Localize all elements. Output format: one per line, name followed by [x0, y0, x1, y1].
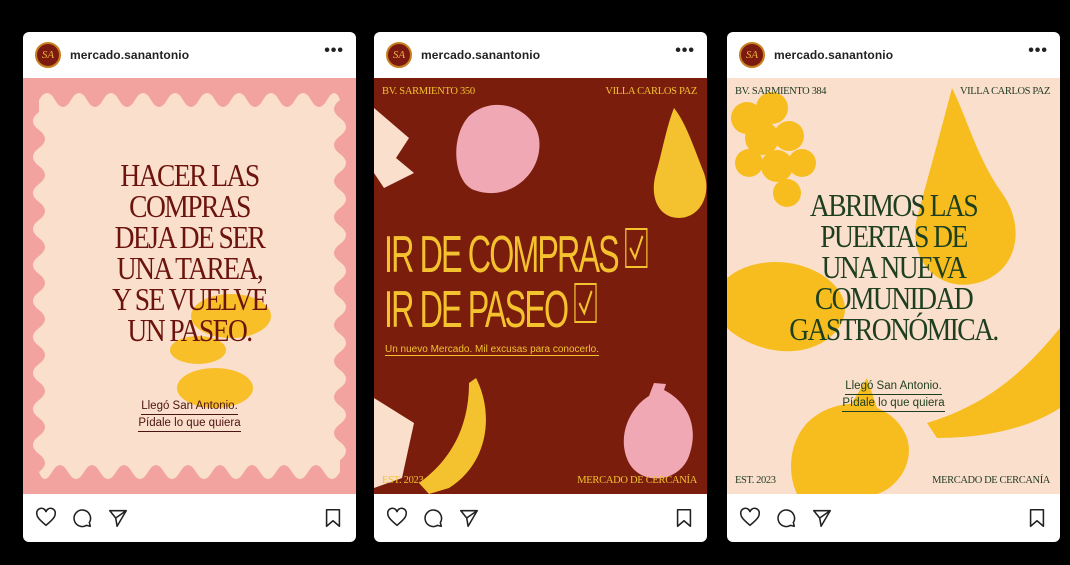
headline-line: ABRIMOS LAS [809, 187, 979, 223]
avatar[interactable]: SA [739, 42, 765, 68]
comment-icon[interactable] [422, 507, 444, 529]
heart-icon[interactable] [739, 507, 761, 529]
city-label: VILLA CARLOS PAZ [605, 86, 697, 97]
subtitle-line: Llegó San Antonio. [141, 398, 238, 415]
established-label: EST. 2023 [735, 475, 776, 486]
market-label: MERCADO DE CERCANÍA [577, 475, 697, 486]
headline-line: GASTRONÓMICA. [789, 311, 999, 347]
address-label: BV. SARMIENTO 384 [735, 86, 827, 97]
headline: ABRIMOS LAS PUERTAS DE UNA NUEVA COMUNID… [750, 187, 1036, 347]
bookmark-icon[interactable] [673, 507, 695, 529]
heart-icon[interactable] [386, 507, 408, 529]
post-image[interactable]: HACER LAS COMPRAS DEJA DE SER UNA TAREA,… [23, 78, 356, 494]
headline-text: IR DE PASEO [384, 281, 569, 339]
headline-line: UNA NUEVA [821, 249, 967, 285]
more-options-icon[interactable]: ••• [324, 43, 344, 64]
subtitle-line: Llegó San Antonio. [845, 378, 942, 395]
share-icon[interactable] [458, 507, 480, 529]
subtitle-line: Pídale lo que quiera [842, 395, 945, 412]
market-label: MERCADO DE CERCANÍA [932, 475, 1050, 486]
checkbox-icon [574, 283, 597, 323]
headline-line: DEJA DE SER [114, 219, 266, 255]
headline-line: COMPRAS [129, 188, 251, 224]
headline-line: UN PASEO. [127, 312, 253, 348]
post-image[interactable]: BV. SARMIENTO 384 VILLA CARLOS PAZ ABRIM… [727, 78, 1060, 494]
share-icon[interactable] [811, 507, 833, 529]
tagline: Un nuevo Mercado. Mil excusas para conoc… [385, 344, 599, 356]
instagram-post-2: SA mercado.sanantonio ••• BV. SARMIENTO … [374, 32, 707, 542]
established-label: EST. 2023 [382, 475, 424, 486]
city-label: VILLA CARLOS PAZ [959, 86, 1050, 97]
avatar[interactable]: SA [386, 42, 412, 68]
post-actions [23, 494, 356, 542]
avatar[interactable]: SA [35, 42, 61, 68]
share-icon[interactable] [107, 507, 129, 529]
headline-line: PUERTAS DE [820, 218, 968, 254]
instagram-post-3: SA mercado.sanantonio ••• BV. SARMIENTO [727, 32, 1060, 542]
comment-icon[interactable] [71, 507, 93, 529]
username[interactable]: mercado.sanantonio [70, 48, 189, 62]
post-actions [727, 494, 1060, 542]
headline-line: IR DE PASEO [384, 281, 597, 339]
checkbox-icon [625, 228, 648, 268]
subtitle-line: Pídale lo que quiera [138, 415, 241, 432]
post-actions [374, 494, 707, 542]
post-header: SA mercado.sanantonio ••• [23, 32, 356, 78]
headline: IR DE COMPRAS IR DE PASEO [384, 228, 648, 339]
username[interactable]: mercado.sanantonio [421, 48, 540, 62]
subtitle: Llegó San Antonio. Pídale lo que quiera [23, 398, 356, 432]
comment-icon[interactable] [775, 507, 797, 529]
more-options-icon[interactable]: ••• [675, 43, 695, 64]
more-options-icon[interactable]: ••• [1028, 43, 1048, 64]
address-label: BV. SARMIENTO 350 [382, 86, 475, 97]
subtitle: Llegó San Antonio. Pídale lo que quiera [727, 378, 1060, 412]
heart-icon[interactable] [35, 507, 57, 529]
headline-line: UNA TAREA, [116, 250, 264, 286]
headline-line: Y SE VUELVE [112, 281, 268, 317]
headline-text: IR DE COMPRAS [384, 226, 620, 284]
headline: HACER LAS COMPRAS DEJA DE SER UNA TAREA,… [46, 157, 332, 348]
headline-line: COMUNIDAD [814, 280, 974, 316]
post-header: SA mercado.sanantonio ••• [374, 32, 707, 78]
post-image[interactable]: BV. SARMIENTO 350 VILLA CARLOS PAZ IR DE… [374, 78, 707, 494]
post-header: SA mercado.sanantonio ••• [727, 32, 1060, 78]
headline-line: IR DE COMPRAS [384, 228, 648, 283]
tagline-text: Un nuevo Mercado. Mil excusas para conoc… [385, 344, 599, 356]
bookmark-icon[interactable] [322, 507, 344, 529]
bookmark-icon[interactable] [1026, 507, 1048, 529]
instagram-post-1: SA mercado.sanantonio ••• HACER LAS COMP… [23, 32, 356, 542]
headline-line: HACER LAS [120, 157, 260, 193]
username[interactable]: mercado.sanantonio [774, 48, 893, 62]
